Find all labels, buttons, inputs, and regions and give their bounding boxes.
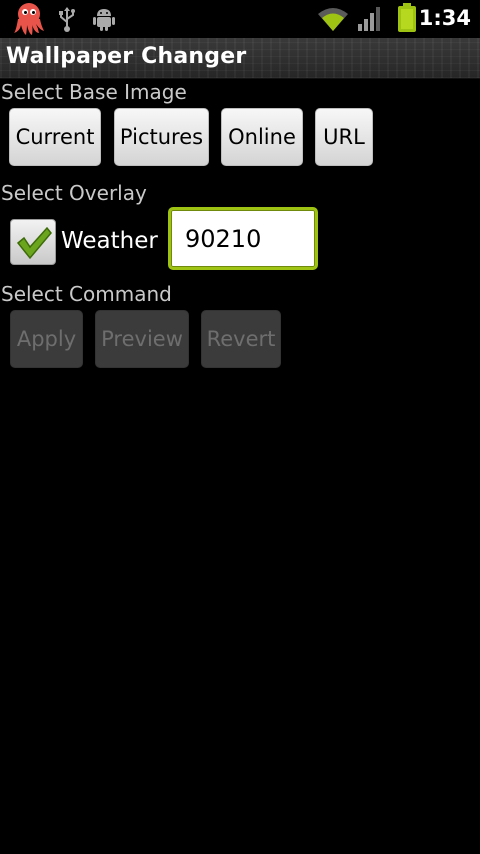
weather-checkbox-label[interactable]: Weather: [61, 228, 158, 254]
battery-icon: [397, 3, 417, 37]
url-button[interactable]: URL: [315, 108, 373, 166]
current-button[interactable]: Current: [9, 108, 101, 166]
pictures-button[interactable]: Pictures: [114, 108, 209, 166]
android-debug-icon: [92, 6, 116, 36]
signal-icon: [357, 6, 383, 36]
command-label: Select Command: [1, 282, 172, 306]
preview-button[interactable]: Preview: [95, 310, 189, 368]
app-title: Wallpaper Changer: [6, 44, 247, 69]
online-button[interactable]: Online: [221, 108, 303, 166]
base-image-label: Select Base Image: [1, 80, 187, 104]
zip-code-field[interactable]: 90210: [168, 207, 318, 270]
usb-icon: [56, 6, 78, 36]
status-bar: 1:34: [0, 0, 480, 38]
revert-button[interactable]: Revert: [201, 310, 281, 368]
apply-button[interactable]: Apply: [10, 310, 83, 368]
octopus-app-icon: [12, 1, 46, 41]
weather-checkbox[interactable]: [10, 219, 56, 265]
wifi-icon: [317, 6, 349, 36]
checkmark-icon: [16, 226, 52, 260]
overlay-label: Select Overlay: [1, 181, 147, 205]
title-bar: Wallpaper Changer: [0, 38, 480, 79]
clock: 1:34: [418, 6, 471, 30]
